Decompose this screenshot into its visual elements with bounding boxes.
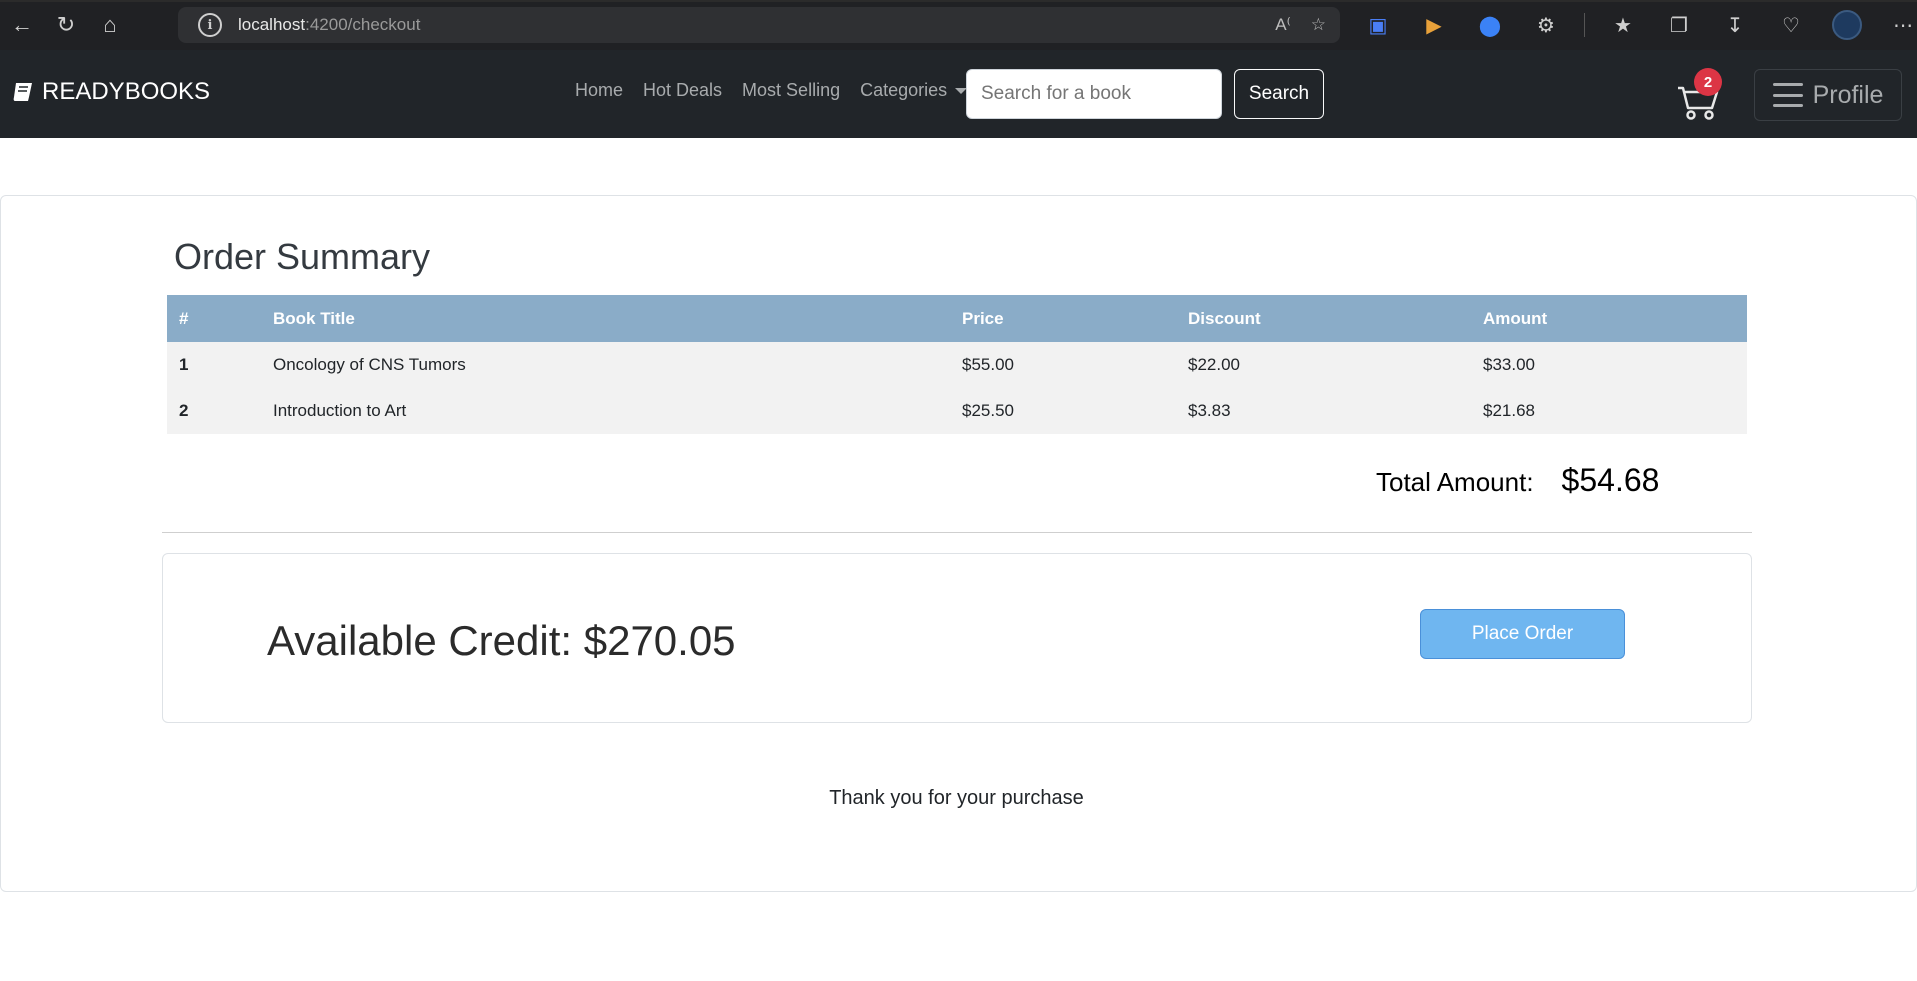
thank-you-message: Thank you for your purchase [829,787,1084,809]
order-table: # Book Title Price Discount Amount 1 Onc… [167,295,1747,434]
toolbar-divider [1584,13,1585,37]
url-text[interactable]: localhost:4200/checkout [238,15,420,35]
app-navbar: READYBOOKS Home Hot Deals Most Selling C… [0,50,1917,138]
collections-icon[interactable]: ❐ [1661,7,1697,43]
price: $25.50 [950,388,1176,434]
total-amount-value: $54.68 [1561,462,1660,498]
nav-most-selling[interactable]: Most Selling [742,80,840,101]
amount: $33.00 [1471,342,1747,388]
amount: $21.68 [1471,388,1747,434]
table-row: 1 Oncology of CNS Tumors $55.00 $22.00 $… [167,342,1747,388]
nav-categories: Categories [860,80,948,100]
book-title: Introduction to Art [261,388,950,434]
extensions-icon[interactable]: ⚙ [1528,7,1564,43]
nav-categories-dropdown[interactable]: Categories [860,80,968,101]
column-header: Amount [1471,295,1747,342]
total-amount-label: Total Amount: [1376,467,1534,497]
downloads-icon[interactable]: ↧ [1717,7,1753,43]
url-path: :4200/checkout [305,15,421,34]
table-header-row: # Book Title Price Discount Amount [167,295,1747,342]
column-header: Discount [1176,295,1471,342]
drop-extension-icon[interactable]: ⬤ [1472,7,1508,43]
table-row: 2 Introduction to Art $25.50 $3.83 $21.6… [167,388,1747,434]
url-host: localhost [238,15,306,34]
column-header: # [167,295,261,342]
divider [162,532,1752,533]
address-bar[interactable]: i localhost:4200/checkout A⁽ ☆ [178,7,1340,43]
row-number: 2 [167,388,261,434]
browser-essentials-icon[interactable]: ♡ [1773,7,1809,43]
place-order-button[interactable]: Place Order [1420,609,1625,659]
add-favorite-icon[interactable]: ☆ [1311,15,1326,35]
cart-count-badge: 2 [1694,68,1722,96]
profile-label: Profile [1812,80,1884,109]
book-title: Oncology of CNS Tumors [261,342,950,388]
color-extension-icon[interactable]: ▶ [1416,7,1452,43]
row-number: 1 [167,342,261,388]
browser-toolbar: ← ↻ ⌂ i localhost:4200/checkout A⁽ ☆ ▣ ▶… [0,0,1917,50]
hamburger-icon [1772,83,1803,107]
book-icon [13,83,32,101]
site-info-icon[interactable]: i [198,13,222,37]
home-icon[interactable]: ⌂ [88,5,132,45]
column-header: Book Title [261,295,950,342]
more-menu-icon[interactable]: ⋯ [1885,7,1917,43]
search-input[interactable] [966,69,1222,119]
brand-name: READYBOOKS [42,78,211,105]
profile-button[interactable]: Profile [1754,69,1902,121]
total-amount-row: Total Amount: $54.68 [1376,462,1659,499]
discount: $3.83 [1176,388,1471,434]
favorites-icon[interactable]: ★ [1605,7,1641,43]
search-button[interactable]: Search [1234,69,1324,119]
page-title: Order Summary [174,236,431,277]
discount: $22.00 [1176,342,1471,388]
nav-hot-deals[interactable]: Hot Deals [643,80,722,101]
account-avatar-icon[interactable] [1829,7,1865,43]
refresh-icon[interactable]: ↻ [44,5,88,45]
back-icon[interactable]: ← [0,5,44,45]
column-header: Price [950,295,1176,342]
brand-link[interactable]: READYBOOKS [12,78,210,106]
nav-home[interactable]: Home [575,80,623,101]
available-credit: Available Credit: $270.05 [267,617,736,664]
read-aloud-icon[interactable]: A⁽ [1275,15,1291,35]
translate-extension-icon[interactable]: ▣ [1360,7,1396,43]
price: $55.00 [950,342,1176,388]
